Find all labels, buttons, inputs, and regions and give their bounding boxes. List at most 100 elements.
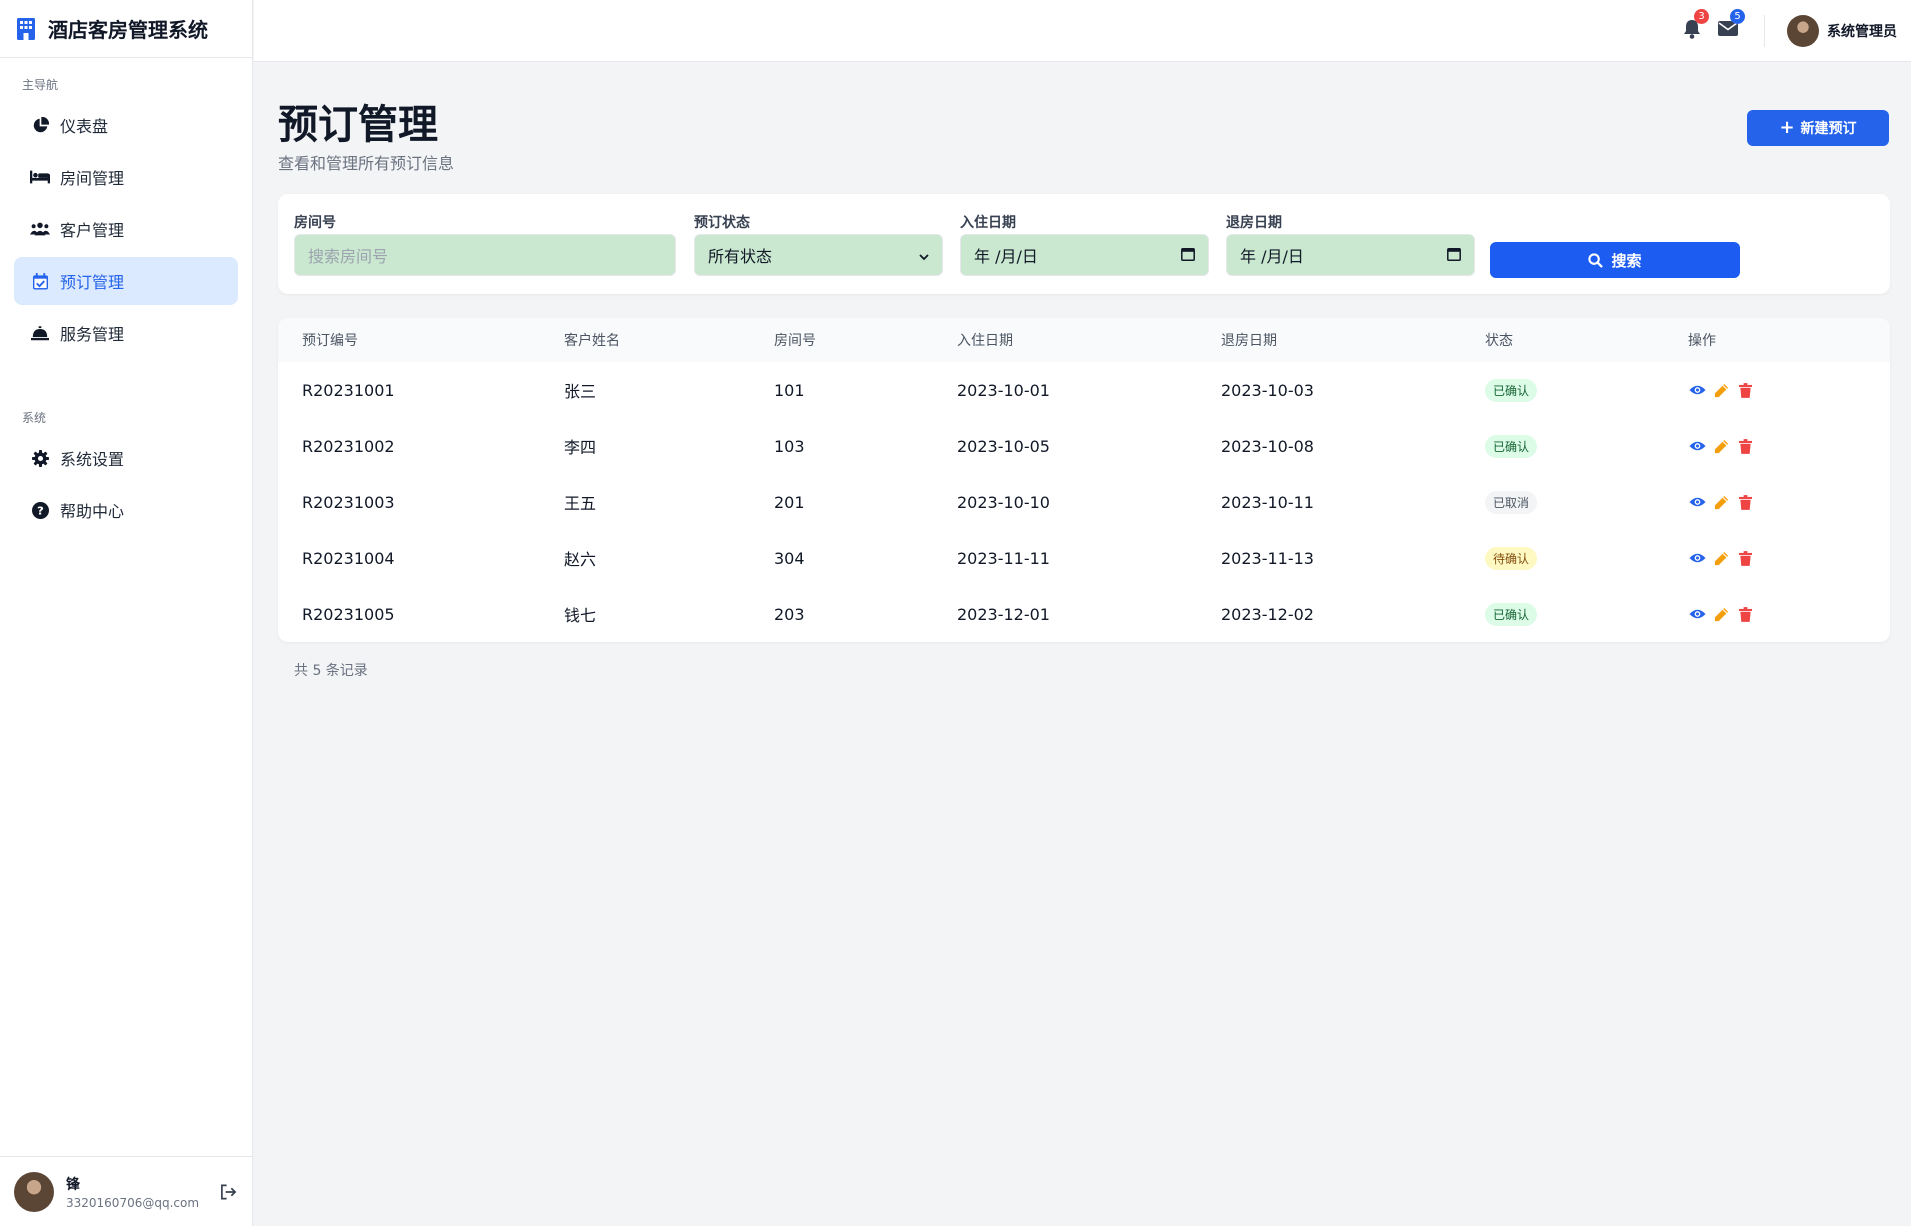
checkout-date: 2023-10-11 (1221, 492, 1314, 512)
sidebar-item-help[interactable]: ? 帮助中心 (14, 486, 238, 534)
column-header-name: 客户姓名 (564, 333, 620, 349)
sidebar-item-label: 预订管理 (60, 273, 125, 292)
envelope-icon (1718, 21, 1738, 40)
sidebar-item-label: 服务管理 (60, 325, 125, 344)
checkout-filter-label: 退房日期 (1226, 215, 1282, 231)
room-filter: 房间号 搜索房间号 (294, 212, 676, 276)
checkout-filter: 退房日期 年 /月/日 (1226, 212, 1475, 276)
view-eye-icon[interactable] (1688, 437, 1706, 455)
delete-trash-icon[interactable] (1736, 437, 1754, 455)
page-title: 预订管理 (278, 102, 438, 148)
new-reservation-button[interactable]: + 新建预订 (1747, 110, 1889, 146)
main-content: 预订管理 查看和管理所有预订信息 + 新建预订 房间号 搜索房间号 预订状态 所… (254, 62, 1911, 1226)
sidebar-item-label: 仪表盘 (60, 117, 109, 136)
delete-trash-icon[interactable] (1736, 381, 1754, 399)
checkout-date-value: 年 /月/日 (1240, 247, 1304, 266)
sidebar-item-label: 系统设置 (60, 450, 125, 469)
customer-name: 张三 (564, 382, 597, 401)
status-select[interactable]: 所有状态 (694, 234, 943, 276)
table-row[interactable]: R20231004 赵六 304 2023-11-11 2023-11-13 待… (278, 530, 1890, 586)
users-icon (30, 219, 50, 239)
table-row[interactable]: R20231002 李四 103 2023-10-05 2023-10-08 已… (278, 418, 1890, 474)
checkout-date: 2023-12-02 (1221, 604, 1314, 624)
notifications-button[interactable]: 3 (1680, 8, 1709, 43)
room-search-input[interactable]: 搜索房间号 (294, 234, 676, 276)
checkout-date-input[interactable]: 年 /月/日 (1226, 234, 1475, 276)
edit-pencil-icon[interactable] (1712, 493, 1730, 511)
delete-trash-icon[interactable] (1736, 493, 1754, 511)
checkin-date: 2023-10-05 (957, 436, 1050, 456)
table-header: 预订编号 客户姓名 房间号 入住日期 退房日期 状态 操作 (278, 318, 1890, 362)
column-header-actions: 操作 (1688, 333, 1716, 349)
reservations-table: 预订编号 客户姓名 房间号 入住日期 退房日期 状态 操作 R20231001 … (278, 318, 1890, 642)
view-eye-icon[interactable] (1688, 381, 1706, 399)
sidebar-item-services[interactable]: 服务管理 (14, 309, 238, 357)
column-header-checkout: 退房日期 (1221, 333, 1277, 349)
edit-pencil-icon[interactable] (1712, 605, 1730, 623)
notification-count-badge: 3 (1694, 8, 1709, 24)
customer-name: 赵六 (564, 550, 597, 569)
table-row[interactable]: R20231001 张三 101 2023-10-01 2023-10-03 已… (278, 362, 1890, 418)
gear-icon (30, 448, 50, 468)
edit-pencil-icon[interactable] (1712, 437, 1730, 455)
view-eye-icon[interactable] (1688, 605, 1706, 623)
brand[interactable]: 酒店客房管理系统 (0, 0, 252, 58)
room-number: 103 (774, 436, 805, 456)
room-filter-label: 房间号 (294, 215, 336, 231)
edit-pencil-icon[interactable] (1712, 381, 1730, 399)
sidebar-item-settings[interactable]: 系统设置 (14, 434, 238, 482)
avatar[interactable] (14, 1171, 54, 1212)
svg-text:?: ? (37, 503, 44, 517)
message-count-badge: 5 (1730, 8, 1745, 24)
calendar-check-icon (30, 271, 50, 291)
view-eye-icon[interactable] (1688, 493, 1706, 511)
messages-button[interactable]: 5 (1716, 8, 1745, 43)
column-header-status: 状态 (1485, 333, 1513, 349)
table-body: R20231001 张三 101 2023-10-01 2023-10-03 已… (278, 362, 1890, 642)
view-eye-icon[interactable] (1688, 549, 1706, 567)
delete-trash-icon[interactable] (1736, 549, 1754, 567)
checkin-date-value: 年 /月/日 (974, 247, 1038, 266)
sidebar-item-reservations[interactable]: 预订管理 (14, 257, 238, 305)
nav-section-system: 系统 (22, 411, 47, 425)
status-filter: 预订状态 所有状态 (694, 212, 943, 276)
sidebar-item-rooms[interactable]: 房间管理 (14, 153, 238, 201)
customer-name: 钱七 (564, 606, 597, 625)
status-badge: 已确认 (1485, 602, 1538, 626)
calendar-icon[interactable] (1447, 246, 1461, 265)
table-row[interactable]: R20231005 钱七 203 2023-12-01 2023-12-02 已… (278, 586, 1890, 642)
checkin-date: 2023-11-11 (957, 548, 1050, 568)
sidebar-item-dashboard[interactable]: 仪表盘 (14, 101, 238, 149)
column-header-id: 预订编号 (302, 333, 358, 349)
sidebar-item-label: 房间管理 (60, 169, 125, 188)
reservation-id: R20231002 (302, 436, 395, 456)
edit-pencil-icon[interactable] (1712, 549, 1730, 567)
status-select-value: 所有状态 (708, 247, 773, 266)
checkin-date-input[interactable]: 年 /月/日 (960, 234, 1209, 276)
table-row[interactable]: R20231003 王五 201 2023-10-10 2023-10-11 已… (278, 474, 1890, 530)
top-bar: 3 5 系统管理员 (254, 0, 1911, 62)
reservation-id: R20231004 (302, 548, 395, 568)
checkin-filter: 入住日期 年 /月/日 (960, 212, 1209, 276)
room-number: 201 (774, 492, 805, 512)
room-search-placeholder: 搜索房间号 (308, 247, 389, 266)
bed-icon (30, 167, 50, 187)
avatar (1787, 14, 1819, 47)
customer-name: 李四 (564, 438, 597, 457)
room-number: 101 (774, 380, 805, 400)
sidebar-item-label: 客户管理 (60, 221, 125, 240)
calendar-icon[interactable] (1181, 246, 1195, 265)
status-badge: 待确认 (1485, 546, 1538, 570)
search-button-label: 搜索 (1611, 251, 1642, 270)
logout-icon[interactable] (217, 1181, 239, 1203)
new-reservation-label: 新建预订 (1800, 121, 1857, 137)
user-menu[interactable]: 系统管理员 (1787, 14, 1897, 47)
checkin-filter-label: 入住日期 (960, 215, 1016, 231)
question-circle-icon: ? (30, 500, 50, 520)
page-subtitle: 查看和管理所有预订信息 (278, 154, 455, 173)
checkin-date: 2023-12-01 (957, 604, 1050, 624)
delete-trash-icon[interactable] (1736, 605, 1754, 623)
sidebar-item-customers[interactable]: 客户管理 (14, 205, 238, 253)
search-button[interactable]: 搜索 (1490, 242, 1740, 278)
checkout-date: 2023-10-08 (1221, 436, 1314, 456)
